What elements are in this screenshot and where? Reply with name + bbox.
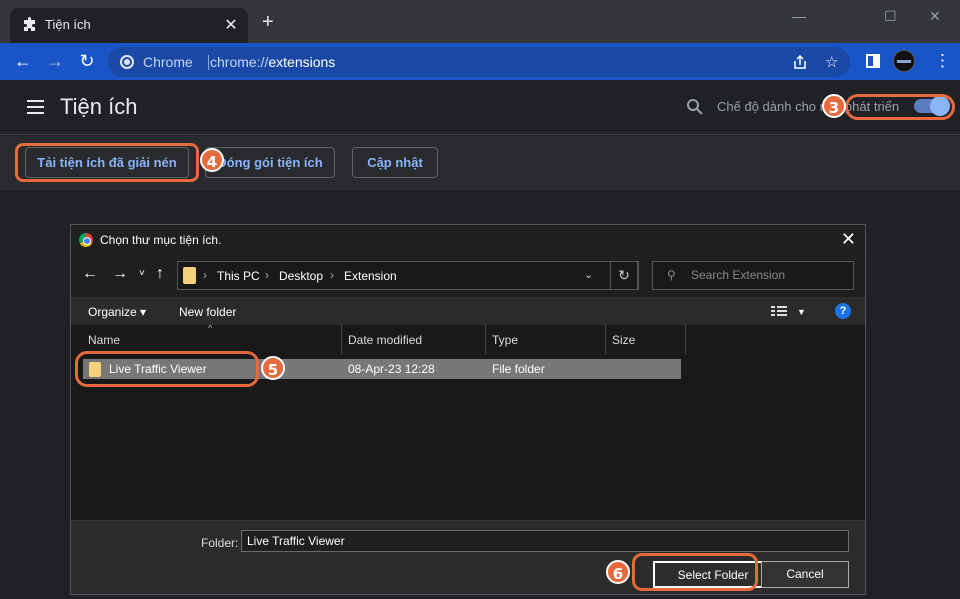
dialog-command-bar: Organize ▾ New folder ▼ ? (71, 297, 865, 325)
column-header-date[interactable]: Date modified (342, 325, 486, 354)
site-chip: Chrome (143, 54, 193, 70)
puzzle-icon (24, 17, 35, 31)
file-date: 08-Apr-23 12:28 (348, 362, 435, 376)
callout-badge-5: 5 (261, 356, 285, 380)
chrome-icon (120, 55, 134, 69)
dialog-path-box[interactable]: › This PC › Desktop › Extension ⌄ (177, 261, 639, 290)
new-folder-button[interactable]: New folder (179, 305, 236, 319)
column-header-type[interactable]: Type (486, 325, 606, 354)
crumb-separator-icon: › (265, 268, 269, 282)
chip-divider (208, 55, 209, 70)
breadcrumb-this-pc[interactable]: This PC (217, 269, 260, 283)
search-icon: ⚲ (667, 268, 676, 282)
callout-badge-3: 3 (822, 94, 846, 118)
breadcrumb-extension[interactable]: Extension (344, 269, 397, 283)
up-folder-icon[interactable]: ↑ (156, 265, 164, 283)
callout-badge-4: 4 (200, 148, 224, 172)
browser-toolbar: ← → ↻ Chrome chrome://extensions ☆ ⋮ (0, 43, 960, 80)
column-header-size[interactable]: Size (606, 325, 686, 354)
dialog-search-input[interactable] (691, 268, 841, 282)
window-close-icon[interactable]: ✕ (929, 8, 941, 25)
organize-button[interactable]: Organize ▾ (88, 305, 146, 319)
callout-ring-load-unpacked (15, 143, 199, 182)
profile-avatar[interactable] (893, 50, 915, 72)
share-icon[interactable] (792, 55, 808, 70)
dialog-forward-icon[interactable]: → (112, 265, 128, 283)
pack-extension-button[interactable]: Đóng gói tiện ích (205, 147, 335, 178)
folder-name-input[interactable] (241, 530, 849, 552)
file-type: File folder (492, 362, 545, 376)
url-text: chrome://extensions (210, 54, 336, 70)
extensions-header: Tiện ích Chế độ dành cho nhà phát triển (0, 80, 960, 135)
help-icon[interactable]: ? (835, 303, 851, 319)
dialog-back-icon[interactable]: ← (82, 265, 98, 283)
folder-picker-dialog: Chọn thư mục tiện ích. ✕ ← → ˅ ↑ › This … (70, 224, 866, 595)
dialog-title-bar: Chọn thư mục tiện ích. ✕ (71, 225, 865, 255)
maximize-icon[interactable]: ☐ (884, 8, 897, 25)
menu-icon[interactable] (27, 100, 44, 114)
page-title: Tiện ích (60, 94, 138, 119)
chrome-logo-icon (79, 233, 93, 247)
chrome-menu-icon[interactable]: ⋮ (934, 51, 951, 71)
breadcrumb-desktop[interactable]: Desktop (279, 269, 323, 283)
path-dropdown-icon[interactable]: ⌄ (584, 268, 593, 281)
forward-icon[interactable]: → (44, 51, 66, 73)
folder-label: Folder: (201, 536, 239, 550)
reload-icon[interactable]: ↻ (76, 51, 98, 73)
tab-extensions[interactable]: Tiện ích ✕ (10, 8, 248, 43)
recent-locations-icon[interactable]: ˅ (139, 268, 145, 279)
callout-ring-folder-row (75, 351, 259, 387)
address-bar[interactable]: Chrome chrome://extensions ☆ (108, 47, 850, 77)
minimize-icon[interactable]: — (792, 8, 806, 24)
crumb-separator-icon: › (330, 268, 334, 282)
tab-close-icon[interactable]: ✕ (222, 15, 240, 35)
callout-ring-select-folder (632, 553, 758, 591)
dialog-address-row: ← → ˅ ↑ › This PC › Desktop › Extension … (71, 255, 865, 297)
column-header-name[interactable]: Name (82, 325, 342, 354)
update-button[interactable]: Cập nhật (352, 147, 438, 178)
dialog-close-icon[interactable]: ✕ (841, 229, 856, 250)
callout-ring-dev-mode (845, 94, 955, 120)
cancel-button[interactable]: Cancel (761, 561, 849, 588)
dialog-search-box[interactable]: ⚲ (652, 261, 854, 290)
new-tab-button[interactable]: + (262, 12, 274, 32)
dialog-refresh-icon[interactable]: ↻ (610, 261, 638, 290)
dialog-title: Chọn thư mục tiện ích. (100, 233, 222, 247)
view-dropdown-icon[interactable]: ▼ (797, 307, 806, 317)
bookmark-star-icon[interactable]: ☆ (825, 53, 838, 71)
folder-icon (183, 267, 196, 284)
crumb-separator-icon: › (203, 268, 207, 282)
callout-badge-6: 6 (606, 560, 630, 584)
tab-strip: Tiện ích ✕ + — ☐ ✕ (0, 0, 960, 43)
search-icon[interactable] (686, 98, 703, 115)
view-options-icon[interactable] (771, 305, 789, 317)
tab-title: Tiện ích (45, 17, 91, 32)
back-icon[interactable]: ← (12, 51, 34, 73)
avatar-logo-icon (897, 60, 911, 63)
side-panel-icon[interactable] (866, 54, 880, 68)
